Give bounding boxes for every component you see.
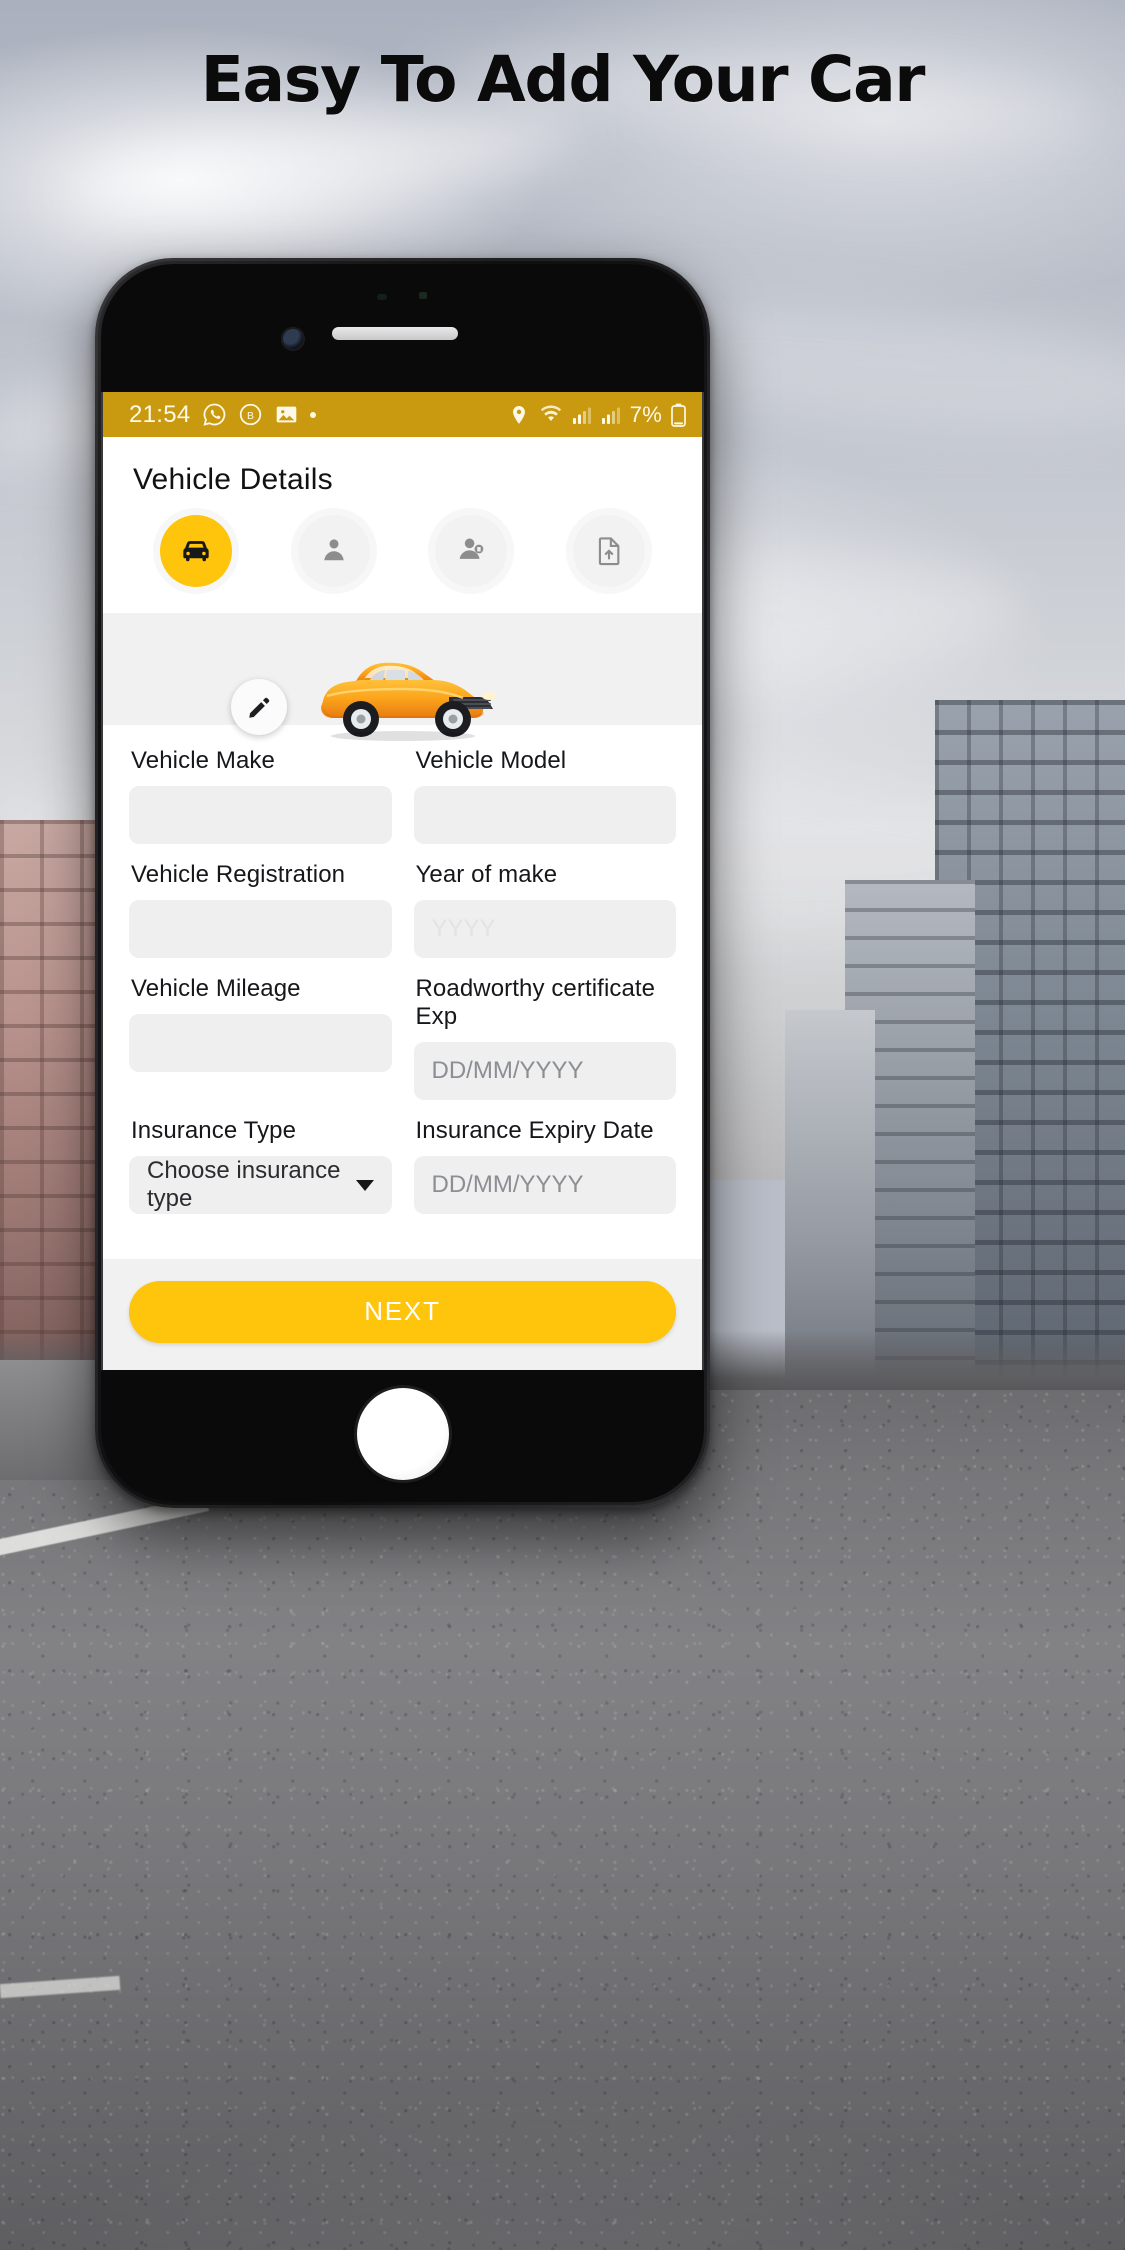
svg-text:B: B [247, 411, 254, 422]
field-year-of-make: Year of make YYYY [413, 861, 676, 975]
insurance-type-select[interactable]: Choose insurance type [129, 1156, 392, 1214]
chevron-down-icon [355, 1179, 374, 1191]
battery-icon [671, 403, 686, 427]
phone-bottom-bezel [101, 1370, 704, 1502]
field-label: Roadworthy certificate Exp [415, 975, 656, 1030]
field-vehicle-mileage: Vehicle Mileage [129, 975, 392, 1117]
car-icon [183, 541, 209, 562]
image-icon [274, 402, 299, 427]
page-title: Easy To Add Your Car [200, 43, 926, 116]
field-label: Insurance Expiry Date [415, 1117, 654, 1144]
proximity-sensor-icon [377, 294, 387, 300]
orange-car-image [303, 639, 503, 749]
whatsapp-icon [202, 402, 227, 427]
status-bar-right: 7% [508, 402, 686, 428]
form-row-4: Insurance Type Choose insurance type Ins… [129, 1117, 676, 1231]
field-insurance-expiry: Insurance Expiry Date DD/MM/YYYY [413, 1117, 676, 1231]
status-bar-left: 21:54 B [129, 401, 316, 429]
phone-screen: 21:54 B 7% Vehicle Details Vehicle Make … [103, 392, 702, 1382]
field-label: Vehicle Model [415, 747, 567, 774]
field-label: Vehicle Registration [131, 861, 346, 888]
vehicle-hero [103, 613, 702, 741]
step-owner[interactable] [435, 515, 508, 587]
phone-mockup: 21:54 B 7% Vehicle Details Vehicle Make … [95, 258, 710, 1508]
signal-icon-2 [601, 405, 621, 425]
screen-title: Vehicle Details [133, 463, 333, 496]
year-of-make-input[interactable]: YYYY [413, 900, 676, 958]
stepper [103, 503, 702, 613]
step-driver[interactable] [297, 515, 370, 587]
upload-document-icon [598, 537, 620, 566]
home-button[interactable] [356, 1388, 449, 1480]
battery-percent-label: 7% [629, 401, 662, 427]
field-label: Vehicle Make [131, 747, 275, 774]
field-label: Insurance Type [131, 1117, 297, 1144]
signal-icon [572, 405, 592, 425]
b-circle-icon: B [238, 402, 263, 427]
insurance-expiry-input[interactable]: DD/MM/YYYY [413, 1156, 676, 1214]
dot-icon [309, 411, 316, 418]
vehicle-mileage-input[interactable] [129, 1014, 392, 1072]
field-label: Vehicle Mileage [131, 975, 301, 1002]
step-vehicle[interactable] [159, 515, 232, 587]
person-badge-icon [460, 538, 484, 559]
roadworthy-expiry-input[interactable]: DD/MM/YYYY [413, 1042, 676, 1100]
vehicle-registration-input[interactable] [129, 900, 392, 958]
vehicle-details-form: Vehicle Make Vehicle Model Vehicle Regis… [103, 725, 702, 1259]
phone-top-bezel [101, 264, 704, 392]
form-row-2: Vehicle Registration Year of make YYYY [129, 861, 676, 975]
insurance-type-value: Choose insurance type [147, 1157, 341, 1212]
form-row-1: Vehicle Make Vehicle Model [129, 747, 676, 861]
field-vehicle-registration: Vehicle Registration [129, 861, 392, 975]
wifi-icon [539, 404, 563, 426]
person-icon [323, 539, 344, 561]
front-camera-icon [281, 327, 305, 351]
earpiece-speaker [332, 327, 458, 340]
light-sensor-icon [419, 292, 427, 299]
status-bar: 21:54 B 7% [103, 392, 702, 437]
pencil-icon [248, 697, 269, 718]
phone-inner-frame: 21:54 B 7% Vehicle Details Vehicle Make … [101, 264, 704, 1502]
step-documents[interactable] [573, 515, 646, 587]
vehicle-model-input[interactable] [413, 786, 676, 844]
field-insurance-type: Insurance Type Choose insurance type [129, 1117, 392, 1231]
status-bar-clock: 21:54 [129, 400, 191, 428]
location-icon [508, 404, 530, 426]
vehicle-make-input[interactable] [129, 786, 392, 844]
next-button[interactable]: NEXT [129, 1280, 676, 1343]
cta-area: NEXT [103, 1258, 702, 1369]
form-row-3: Vehicle Mileage Roadworthy certificate E… [129, 975, 676, 1117]
field-vehicle-make: Vehicle Make [129, 747, 392, 861]
field-label: Year of make [415, 861, 558, 888]
field-vehicle-model: Vehicle Model [413, 747, 676, 861]
field-roadworthy-expiry: Roadworthy certificate Exp DD/MM/YYYY [413, 975, 676, 1117]
edit-vehicle-photo-button[interactable] [231, 679, 287, 735]
